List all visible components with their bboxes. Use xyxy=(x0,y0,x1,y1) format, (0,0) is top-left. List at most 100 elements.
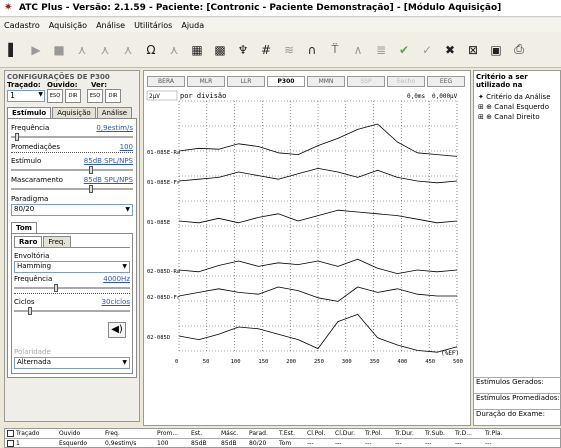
ouvido-dir-button[interactable]: DIR xyxy=(65,89,81,103)
estimulo-slider[interactable] xyxy=(11,166,133,174)
tab-aquisicao[interactable]: Aquisição xyxy=(52,107,96,118)
menu-analise[interactable]: Análise xyxy=(96,21,125,30)
hash-icon[interactable]: # xyxy=(257,41,275,59)
mascaramento-value[interactable]: 85dB SPL/NPS xyxy=(84,176,133,184)
close-icon[interactable]: ✖ xyxy=(441,41,459,59)
menu-utilitarios[interactable]: Utilitários xyxy=(134,21,172,30)
wave-icon[interactable]: ⋏ xyxy=(119,41,137,59)
column-header[interactable]: Traçado xyxy=(5,430,57,437)
peak-icon[interactable]: ∧ xyxy=(349,41,367,59)
column-header[interactable]: Freq. xyxy=(103,430,155,437)
tree-canal-esquerdo[interactable]: ⊞ ⊕ Canal Esquerdo xyxy=(478,103,560,111)
play-icon[interactable]: ▶ xyxy=(27,41,45,59)
column-header[interactable]: Prom... xyxy=(155,430,189,437)
menu-ajuda[interactable]: Ajuda xyxy=(181,21,204,30)
promediacoes-slider[interactable] xyxy=(11,152,133,155)
wave-add-icon[interactable]: ⋏ xyxy=(73,41,91,59)
stop-bar-icon[interactable]: ▌ xyxy=(4,41,22,59)
waveform-chart[interactable]: 2µV por divisão 0,0ms 0,000µV 01-085E-Ra… xyxy=(145,89,469,425)
ouvido-label: Ouvido: xyxy=(47,81,78,89)
column-header[interactable]: Másc. xyxy=(219,430,247,437)
speaker-icon[interactable]: ◀) xyxy=(108,322,126,338)
table-row[interactable]: 1 Esquerdo 0,9estim/s 100 85dB 85dB 80/20 Tom --… xyxy=(5,439,560,448)
freq-slider[interactable] xyxy=(14,284,130,292)
column-header[interactable]: Cl.Dur. xyxy=(333,430,363,437)
column-header[interactable]: Tr.Pla. xyxy=(483,430,511,437)
tab-mmn[interactable]: MMN xyxy=(307,76,345,87)
trace-label: 02-085D-Ra xyxy=(147,269,180,275)
expand-icon[interactable]: ⊞ ⊕ xyxy=(478,103,494,111)
tree-canal-direito[interactable]: ⊞ ⊕ Canal Direito xyxy=(478,113,560,121)
tree-node-icon: ✦ xyxy=(478,93,487,101)
ver-dir-button[interactable]: DIR xyxy=(105,89,121,103)
tab-raro[interactable]: Raro xyxy=(14,236,43,247)
envelope-icon[interactable]: ∩ xyxy=(303,41,321,59)
column-header[interactable]: T.Est. xyxy=(277,430,305,437)
envoltoria-select[interactable]: Hamming xyxy=(14,261,130,273)
tab-eecho[interactable]: Eecho xyxy=(387,76,425,87)
window-title: ATC Plus - Versão: 2.1.59 - Paciente: [C… xyxy=(19,3,502,13)
column-header[interactable]: Tr.Pol. xyxy=(363,430,393,437)
criteria-panel: Critério a ser utilizado na ✦ Critério d… xyxy=(473,70,561,426)
tab-estimulo[interactable]: Estímulo xyxy=(7,107,52,118)
check-wave-icon[interactable]: ✓ xyxy=(418,41,436,59)
column-header[interactable]: Est. xyxy=(189,430,219,437)
stop-icon[interactable]: ■ xyxy=(50,41,68,59)
grid-icon[interactable]: ▦ xyxy=(188,41,206,59)
tab-analise[interactable]: Análise xyxy=(96,107,133,118)
column-header[interactable]: Tr.Sub. xyxy=(423,430,453,437)
marker-icon[interactable]: ♆ xyxy=(234,41,252,59)
expand-icon[interactable]: ⊞ ⊕ xyxy=(478,113,494,121)
column-header[interactable]: Tr.Dur. xyxy=(393,430,423,437)
ouvido-esq-button[interactable]: ESQ xyxy=(47,89,63,103)
tab-eeg[interactable]: EEG xyxy=(427,76,465,87)
wave-mark-icon[interactable]: ⋏ xyxy=(165,41,183,59)
column-header[interactable]: Cl.Pol. xyxy=(305,430,333,437)
wave-sub-icon[interactable]: ⋏ xyxy=(96,41,114,59)
tracado-select[interactable]: 1 xyxy=(7,90,45,102)
check-icon[interactable]: ✔ xyxy=(395,41,413,59)
mascaramento-slider[interactable] xyxy=(11,185,133,193)
menu-cadastro[interactable]: Cadastro xyxy=(4,21,40,30)
layers-icon[interactable]: ≣ xyxy=(372,41,390,59)
menu-aquisicao[interactable]: Aquisição xyxy=(49,21,87,30)
tracados-table: Traçado Ouvido Freq. Prom... Est. Másc. Parad.… xyxy=(4,428,561,448)
polaridade-select[interactable]: Alternada xyxy=(14,357,130,369)
x-wave-icon[interactable]: ⊠ xyxy=(464,41,482,59)
trace-label: 01-085E-Fr xyxy=(147,180,181,186)
frequencia-slider[interactable] xyxy=(11,133,133,141)
save-icon[interactable]: ▣ xyxy=(487,41,505,59)
filter-icon[interactable]: ≋ xyxy=(280,41,298,59)
paradigma-select[interactable]: 80/20 xyxy=(11,204,133,216)
tab-tom[interactable]: Tom xyxy=(11,222,37,233)
freq-value[interactable]: 4000Hz xyxy=(103,275,130,283)
tab-bera[interactable]: BERA xyxy=(147,76,185,87)
table-cell: --- xyxy=(335,440,342,447)
grid-select-icon[interactable]: ▩ xyxy=(211,41,229,59)
tree-criterio-analise[interactable]: ✦ Critério da Análise xyxy=(478,93,560,101)
ciclos-slider[interactable] xyxy=(14,307,130,315)
tab-p300[interactable]: P300 xyxy=(267,76,305,87)
ciclos-value[interactable]: 30ciclos xyxy=(102,298,130,306)
estimulo-value[interactable]: 85dB SPL/NPS xyxy=(84,157,133,165)
row-checkbox[interactable] xyxy=(7,440,14,447)
frequencia-value[interactable]: 0,9estim/s xyxy=(96,124,133,132)
tree-label: Canal Esquerdo xyxy=(494,103,549,111)
tab-llr[interactable]: LLR xyxy=(227,76,265,87)
freq-scale xyxy=(14,293,130,296)
print-icon[interactable]: ⎙ xyxy=(510,41,528,59)
column-header[interactable]: Ouvido xyxy=(57,430,103,437)
column-header[interactable]: Parad. xyxy=(247,430,277,437)
ver-esq-button[interactable]: ESQ xyxy=(87,89,103,103)
column-header[interactable]: Tr.D... xyxy=(453,430,483,437)
tab-mlr[interactable]: MLR xyxy=(187,76,225,87)
tab-freq[interactable]: Freq. xyxy=(43,236,71,247)
stand-icon[interactable]: ⍡ xyxy=(326,41,344,59)
tab-ssp[interactable]: SSP xyxy=(347,76,385,87)
ohm-icon[interactable]: Ω xyxy=(142,41,160,59)
header-checkbox[interactable] xyxy=(7,430,14,437)
tom-pane: Raro Freq. Envoltória Hamming Frequência… xyxy=(11,234,133,374)
table-cell: 0,9estim/s xyxy=(105,440,137,447)
tracado-label: Traçado: xyxy=(7,81,41,89)
promediacoes-value[interactable]: 100 xyxy=(120,143,133,151)
